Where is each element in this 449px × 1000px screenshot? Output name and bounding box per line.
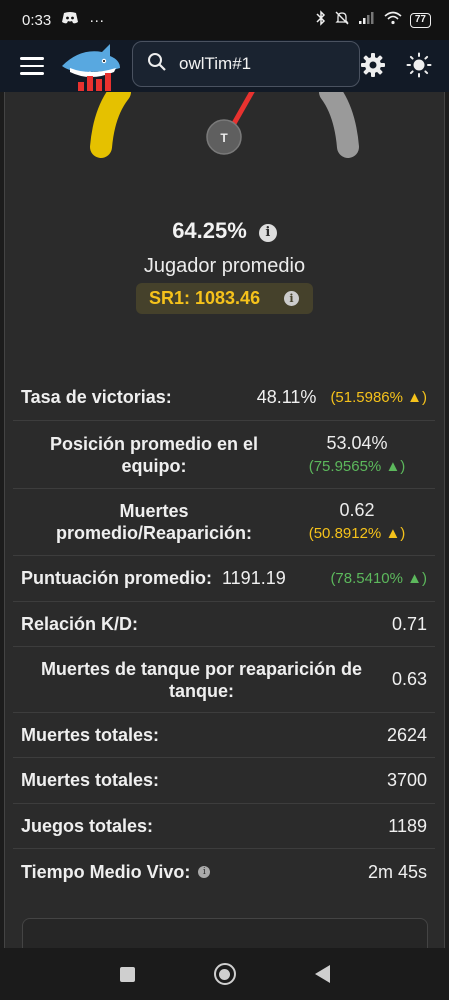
stat-label: Muertes totales: bbox=[21, 724, 160, 745]
stat-value-box: 0.62 (50.8912% ▲) bbox=[287, 499, 427, 545]
stat-row-total-deaths-2: Muertes totales: 3700 bbox=[13, 758, 435, 804]
stat-row-deaths-per-respawn: Muertes promedio/Reaparición: 0.62 (50.8… bbox=[13, 489, 435, 556]
bluetooth-icon bbox=[316, 10, 326, 30]
gauge-arc-yellow bbox=[90, 92, 131, 158]
stats-table: Tasa de victorias: 48.11% (51.5986% ▲) P… bbox=[13, 375, 435, 895]
sr-badge: SR1: 1083.46 i bbox=[136, 283, 313, 314]
more-notifications-icon: ··· bbox=[89, 11, 105, 29]
stat-value: 3700 bbox=[386, 770, 427, 790]
hamburger-menu-icon[interactable] bbox=[20, 57, 44, 75]
status-time: 0:33 bbox=[22, 11, 52, 29]
percentile: 64.25% i bbox=[0, 218, 449, 244]
stat-label: Puntuación promedio: bbox=[21, 568, 212, 588]
stat-label: Tiempo Medio Vivo: bbox=[21, 861, 191, 882]
home-button[interactable] bbox=[213, 963, 236, 985]
stat-delta: (75.9565% ▲) bbox=[308, 457, 406, 475]
stat-value: 1191.19 bbox=[222, 568, 286, 588]
stat-row-tank-deaths: Muertes de tanque por reaparición de tan… bbox=[13, 647, 435, 713]
stat-value: 0.62 bbox=[339, 500, 375, 520]
info-icon[interactable]: i bbox=[284, 291, 299, 306]
status-bar: 0:33 ··· 77 bbox=[0, 0, 449, 40]
system-nav-bar bbox=[0, 948, 449, 1000]
stat-row-avg-score: Puntuación promedio: 1191.19 (78.5410% ▲… bbox=[13, 556, 435, 602]
discord-icon bbox=[61, 11, 79, 29]
stat-row-win-rate: Tasa de victorias: 48.11% (51.5986% ▲) bbox=[13, 375, 435, 421]
stat-delta: (51.5986% ▲) bbox=[330, 389, 427, 406]
search-box[interactable] bbox=[132, 41, 360, 87]
back-button[interactable] bbox=[314, 965, 330, 983]
stat-row-total-deaths: Muertes totales: 2624 bbox=[13, 713, 435, 758]
stat-delta: (50.8912% ▲) bbox=[308, 525, 406, 542]
battery-indicator: 77 bbox=[409, 12, 431, 28]
stat-row-kd: Relación K/D: 0.71 bbox=[13, 602, 435, 647]
app-bar bbox=[0, 40, 449, 92]
stat-label: Relación K/D: bbox=[21, 613, 139, 634]
stat-label: Posición promedio en el equipo: bbox=[49, 433, 259, 476]
stat-row-total-games: Juegos totales: 1189 bbox=[13, 804, 435, 849]
stat-label: Muertes de tanque por reaparición de tan… bbox=[40, 658, 363, 701]
gear-icon[interactable] bbox=[360, 52, 386, 78]
stat-value: 0.71 bbox=[391, 613, 427, 634]
content-area[interactable]: T 64.25% i Jugador promedio SR1: 1083.46 i… bbox=[0, 92, 449, 948]
stat-value: 48.11% bbox=[256, 387, 317, 407]
stat-value: 53.04% bbox=[326, 432, 388, 453]
sr-value: SR1: 1083.46 bbox=[149, 288, 261, 308]
search-input[interactable] bbox=[179, 54, 329, 74]
wifi-icon bbox=[384, 11, 402, 29]
rank-label: Jugador promedio bbox=[143, 255, 306, 277]
stat-label: Tasa de victorias: bbox=[21, 387, 172, 407]
percentile-value: 64.25% bbox=[172, 218, 247, 243]
stat-label: Muertes totales: bbox=[21, 770, 160, 790]
stat-delta: (78.5410% ▲) bbox=[330, 570, 427, 587]
info-icon[interactable]: i bbox=[198, 866, 211, 878]
gauge-center-label: T bbox=[220, 131, 228, 145]
stat-value: 2m 45s bbox=[367, 861, 427, 882]
sun-icon[interactable] bbox=[406, 52, 432, 78]
stat-label: Muertes promedio/Reaparición: bbox=[55, 501, 253, 543]
stat-row-avg-time-alive: Tiempo Medio Vivo: i 2m 45s bbox=[13, 849, 435, 895]
data-notice: Solo un punto de datos disponible. Por f… bbox=[22, 918, 428, 948]
mute-icon bbox=[334, 10, 350, 30]
recent-apps-button[interactable] bbox=[119, 966, 135, 982]
stat-value: 0.63 bbox=[391, 669, 427, 689]
stat-value-box: 53.04% (75.9565% ▲) bbox=[287, 432, 427, 478]
gauge-arc-gray bbox=[319, 92, 359, 158]
gauge-needle bbox=[229, 92, 255, 130]
shark-logo[interactable] bbox=[60, 42, 122, 92]
signal-icon bbox=[358, 11, 376, 29]
info-icon[interactable]: i bbox=[258, 224, 277, 242]
stat-label: Juegos totales: bbox=[21, 815, 154, 836]
search-icon bbox=[147, 52, 167, 77]
stat-row-team-position: Posición promedio en el equipo: 53.04% (… bbox=[13, 421, 435, 489]
stat-value: 2624 bbox=[386, 724, 427, 745]
stat-value: 1189 bbox=[388, 815, 427, 836]
